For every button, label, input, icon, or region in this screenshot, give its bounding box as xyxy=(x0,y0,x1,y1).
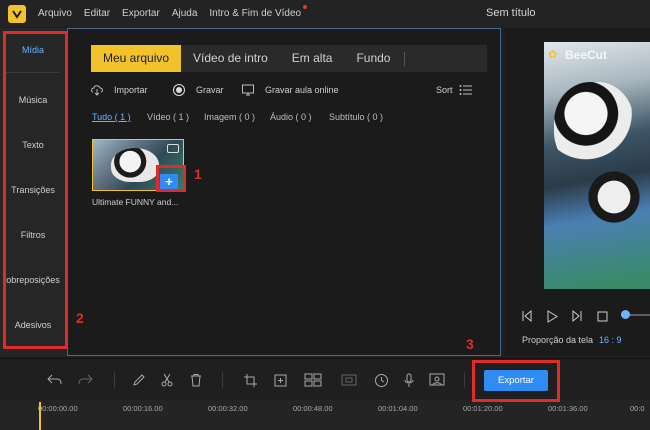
duration-clock-icon[interactable] xyxy=(372,371,390,389)
next-frame-icon[interactable] xyxy=(570,309,584,323)
snapshot-icon[interactable] xyxy=(428,371,446,389)
import-label: Importar xyxy=(114,85,148,95)
preview-panda-image-2 xyxy=(584,162,644,232)
filter-video[interactable]: Vídeo ( 1 ) xyxy=(147,112,189,122)
timeline-ruler[interactable]: 00:00:00.00 00:00:16.00 00:00:32.00 00:0… xyxy=(0,400,650,430)
brand-label: BeeCut xyxy=(565,48,608,62)
annotation-number-1: 1 xyxy=(194,166,202,182)
annotation-number-2: 2 xyxy=(76,310,84,326)
timeline-tick-label: 00:0 xyxy=(630,404,645,413)
import-button[interactable]: Importar xyxy=(90,83,148,97)
filter-audio[interactable]: Áudio ( 0 ) xyxy=(270,112,312,122)
timeline-tick-label: 00:00:48.00 xyxy=(293,404,333,413)
toolbar-divider xyxy=(114,372,115,388)
toolbar-divider xyxy=(222,372,223,388)
edit-pencil-icon[interactable] xyxy=(130,371,148,389)
timeline-tick-label: 00:01:04.00 xyxy=(378,404,418,413)
menu-ajuda[interactable]: Ajuda xyxy=(172,8,198,19)
play-icon[interactable] xyxy=(545,309,559,323)
menu-arquivo[interactable]: Arquivo xyxy=(38,8,72,19)
beecut-watermark: ✿ BeeCut xyxy=(548,48,607,62)
sort-label: Sort xyxy=(436,85,453,95)
playback-controls xyxy=(520,308,650,324)
timeline-tick-label: 00:01:36.00 xyxy=(548,404,588,413)
sort-list-icon xyxy=(459,83,473,97)
microphone-icon[interactable] xyxy=(400,371,418,389)
timeline-tick-label: 00:00:00.00 xyxy=(38,404,78,413)
record-icon xyxy=(172,83,186,97)
menu-editar[interactable]: Editar xyxy=(84,8,110,19)
thumbnail-label: Ultimate FUNNY and... xyxy=(92,197,179,207)
preview-area: ✿ BeeCut Proporção da tela 16 : 9 xyxy=(505,28,650,356)
media-actions: Importar Gravar Gravar aula online Sort xyxy=(90,83,490,99)
menu-exportar[interactable]: Exportar xyxy=(122,8,160,19)
media-tabs: Meu arquivo Vídeo de intro Em alta Fundo xyxy=(91,45,487,72)
tab-fundo[interactable]: Fundo xyxy=(344,45,402,72)
seek-handle[interactable] xyxy=(621,310,630,319)
filter-subtitulo[interactable]: Subtítulo ( 0 ) xyxy=(329,112,383,122)
annotation-box-sidebar xyxy=(3,31,68,349)
bee-icon: ✿ xyxy=(548,49,558,61)
thumbnail-panda-image xyxy=(111,148,159,182)
video-type-icon xyxy=(167,144,179,153)
overlay-frame-icon[interactable] xyxy=(340,371,358,389)
timeline-tick-label: 00:01:20.00 xyxy=(463,404,503,413)
import-icon xyxy=(90,83,104,97)
aspect-ratio-value: 16 : 9 xyxy=(599,335,622,345)
tab-meu-arquivo[interactable]: Meu arquivo xyxy=(91,45,182,72)
annotation-number-3: 3 xyxy=(466,336,474,352)
stop-icon[interactable] xyxy=(595,309,609,323)
previous-frame-icon[interactable] xyxy=(520,309,534,323)
tab-video-de-intro[interactable]: Vídeo de intro xyxy=(181,45,280,72)
toolbar-divider xyxy=(464,372,465,388)
tab-em-alta[interactable]: Em alta xyxy=(280,45,345,72)
beecut-app: Arquivo Editar Exportar Ajuda Intro & Fi… xyxy=(0,0,650,430)
preview-panda-image xyxy=(554,82,634,172)
timeline-tick-label: 00:00:32.00 xyxy=(208,404,248,413)
notification-dot xyxy=(303,5,308,9)
menu-intro-fim-label: Intro & Fim de Vídeo xyxy=(209,8,302,19)
menu-intro-fim[interactable]: Intro & Fim de Vídeo xyxy=(209,5,308,19)
record-class-button[interactable]: Gravar aula online xyxy=(241,83,339,97)
timeline-playhead[interactable] xyxy=(39,402,41,430)
undo-icon[interactable] xyxy=(46,371,64,389)
aspect-ratio[interactable]: Proporção da tela 16 : 9 xyxy=(522,335,622,345)
sort-button[interactable]: Sort xyxy=(436,83,473,97)
video-preview: ✿ BeeCut xyxy=(544,42,650,289)
redo-icon[interactable] xyxy=(76,371,94,389)
record-button[interactable]: Gravar xyxy=(172,83,224,97)
tab-divider xyxy=(404,51,406,66)
aspect-ratio-label: Proporção da tela xyxy=(522,335,594,345)
zoom-frame-icon[interactable] xyxy=(271,371,289,389)
record-class-label: Gravar aula online xyxy=(265,85,339,95)
annotation-box-add xyxy=(156,165,186,192)
record-label: Gravar xyxy=(196,85,224,95)
delete-icon[interactable] xyxy=(187,371,205,389)
filter-imagem[interactable]: Imagem ( 0 ) xyxy=(204,112,255,122)
filter-tudo[interactable]: Tudo ( 1 ) xyxy=(92,112,131,122)
mosaic-icon[interactable] xyxy=(304,371,322,389)
timeline-tick-label: 00:00:16.00 xyxy=(123,404,163,413)
app-logo-icon xyxy=(8,4,26,23)
menu-bar: Arquivo Editar Exportar Ajuda Intro & Fi… xyxy=(0,0,650,27)
monitor-icon xyxy=(241,83,255,97)
crop-icon[interactable] xyxy=(241,371,259,389)
annotation-box-export xyxy=(472,360,560,402)
media-panel: Meu arquivo Vídeo de intro Em alta Fundo… xyxy=(67,28,501,356)
window-title: Sem título xyxy=(486,7,536,19)
scissors-icon[interactable] xyxy=(158,371,176,389)
